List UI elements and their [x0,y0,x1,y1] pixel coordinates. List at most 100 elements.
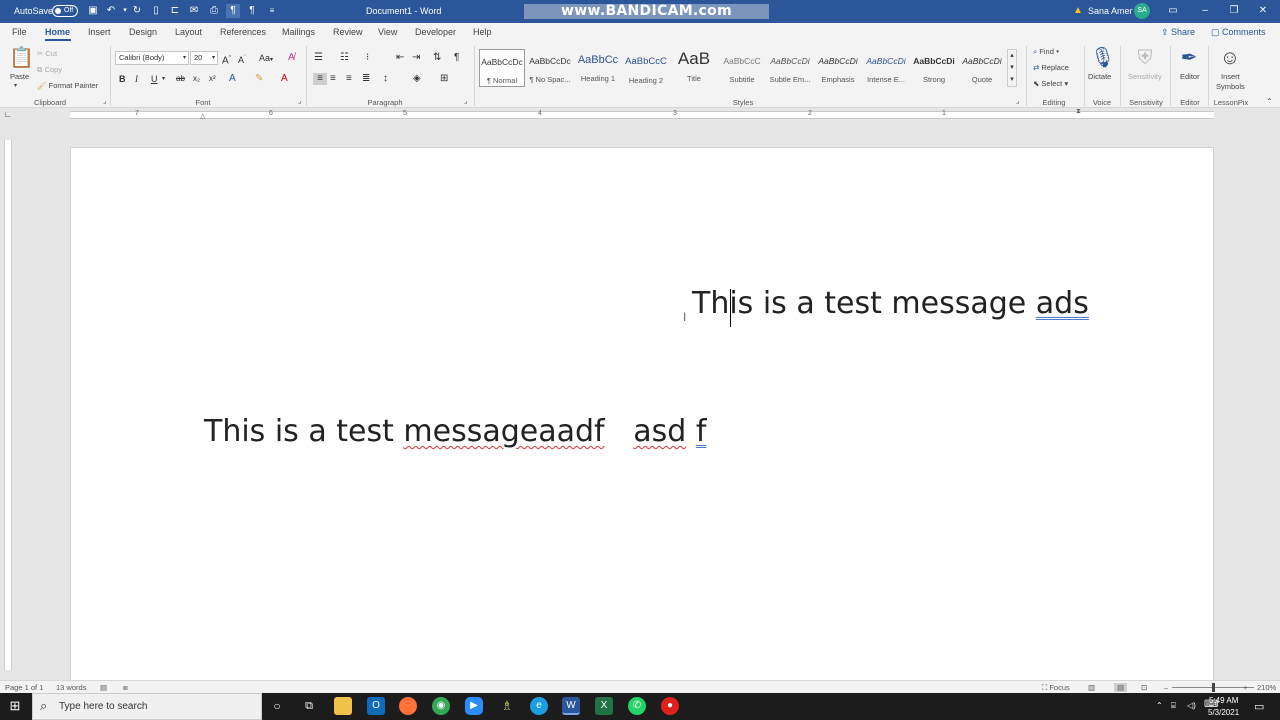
increase-indent-icon[interactable]: ⇥ [412,52,420,64]
justify-icon[interactable]: ≣ [362,73,370,85]
paragraph-launcher-icon[interactable]: ⌟ [464,97,467,105]
multilevel-list-icon[interactable]: ⁝ [366,52,369,64]
right-indent-marker[interactable]: ⧗ [1076,108,1081,116]
user-name[interactable]: Sana Amer [1088,6,1133,16]
bullets-icon[interactable]: ☰ [314,52,323,64]
task-view-icon[interactable]: ⧉ [300,697,318,715]
decrease-indent-icon[interactable]: ⇤ [396,52,404,64]
proofing-icon[interactable]: ▤ [100,683,107,692]
tab-developer[interactable]: Developer [415,27,456,37]
style-strong[interactable]: AaBbCcDi Strong [911,49,957,87]
zoom-slider-thumb[interactable] [1212,683,1215,692]
tab-view[interactable]: View [378,27,397,37]
underline-dropdown-icon[interactable]: ▾ [162,73,165,85]
print-preview-icon[interactable]: ⎙ [207,4,221,18]
minimize-icon[interactable]: – [1196,3,1214,19]
style-emphasis[interactable]: AaBbCcDi Emphasis [815,49,861,87]
text-effects-icon[interactable]: A [229,73,236,85]
ribbon-display-options-icon[interactable]: ▭ [1164,3,1182,19]
web-layout-icon[interactable]: ⊡ [1141,683,1147,692]
style-title[interactable]: AaB Title [671,49,717,87]
new-document-icon[interactable]: ▯ [149,4,163,18]
cortana-icon[interactable]: ○ [268,697,286,715]
highlight-icon[interactable]: ✎ [255,73,263,85]
read-mode-icon[interactable]: ▥ [1088,683,1095,692]
editor-label[interactable]: Editor [1180,72,1200,81]
macro-record-icon[interactable]: ⧈ [123,683,128,693]
clear-formatting-icon[interactable]: A̸ [288,52,295,64]
share-button[interactable]: ⇪ Share [1157,25,1201,40]
rtl-paragraph-icon[interactable]: ¶ [226,4,240,18]
shading-icon[interactable]: ◈ [413,73,421,85]
tab-review[interactable]: Review [333,27,363,37]
tab-help[interactable]: Help [473,27,492,37]
styles-gallery-scroll[interactable]: ▴ ▾ ▾ [1007,49,1017,87]
format-painter-button[interactable]: 🖌 Format Painter [37,81,98,90]
select-button[interactable]: ⬉ Select ▾ [1033,79,1068,88]
document-line-1[interactable]: This is a test message ads [692,286,1089,321]
insert-label[interactable]: Insert [1221,72,1240,81]
style-quote[interactable]: AaBbCcDi Quote [959,49,1005,87]
tab-design[interactable]: Design [129,27,157,37]
sensitivity-label[interactable]: Sensitivity [1128,72,1162,81]
style-normal[interactable]: AaBbCcDc ¶ Normal [479,49,525,87]
font-color-icon[interactable]: A [281,73,288,85]
align-left-icon[interactable]: ≡ [313,73,327,85]
italic-icon[interactable]: I [135,73,138,85]
zoom-out-icon[interactable]: – [1164,683,1168,692]
autosave-toggle[interactable]: Off [52,5,78,17]
document-line-2[interactable]: This is a test messageaadf asd f [204,414,706,449]
numbering-icon[interactable]: ☷ [340,52,349,64]
volume-icon[interactable]: ◁) [1187,701,1196,710]
subscript-icon[interactable]: x₂ [193,73,200,85]
paste-label[interactable]: Paste [10,72,29,81]
tray-overflow-icon[interactable]: ⌃ [1156,701,1163,710]
sort-icon[interactable]: ⇅ [433,52,441,64]
font-launcher-icon[interactable]: ⌟ [298,97,301,105]
tab-selector-icon[interactable]: ∟ [4,110,12,119]
superscript-icon[interactable]: x² [209,73,216,85]
excel-icon[interactable]: X [595,697,613,715]
word-count[interactable]: 13 words [56,683,86,692]
bandicam-icon[interactable]: ● [661,697,679,715]
insert-symbols-icon[interactable]: ☺ [1218,46,1242,70]
style-heading-2[interactable]: AaBbCcC Heading 2 [623,49,669,87]
comments-button[interactable]: ▢ Comments [1207,25,1271,40]
clock-date[interactable]: 5/3/2021 [1208,708,1239,717]
style-subtle-emphasis[interactable]: AaBbCcDi Subtle Em... [767,49,813,87]
search-box[interactable]: ⌕ Type here to search [32,693,262,720]
shrink-font-icon[interactable]: Aˇ [238,52,246,66]
open-icon[interactable]: ⊏ [168,4,182,18]
outlook-icon[interactable]: O [367,697,385,715]
show-formatting-marks-icon[interactable]: ¶ [454,52,459,64]
tab-home[interactable]: Home [45,27,70,37]
microphone-icon[interactable]: 🎙 [1090,46,1115,70]
style-intense-emphasis[interactable]: AaBbCcDi Intense E... [863,49,909,87]
line-spacing-icon[interactable]: ↕ [383,73,388,85]
tab-references[interactable]: References [220,27,266,37]
firefox-icon[interactable] [399,697,417,715]
editor-icon[interactable]: ✒ [1177,46,1201,70]
notifications-icon[interactable]: ▭ [1254,700,1264,713]
align-center-icon[interactable]: ≡ [330,73,336,85]
word-icon[interactable]: W [562,697,580,715]
font-name-dropdown[interactable]: Calibri (Body) ▾ [115,51,189,65]
save-icon[interactable]: ▣ [86,4,100,18]
print-layout-icon[interactable]: ▤ [1114,683,1128,692]
align-right-icon[interactable]: ≡ [346,73,352,85]
tab-insert[interactable]: Insert [88,27,111,37]
sensitivity-icon[interactable]: ⛨ [1133,46,1157,70]
clipboard-launcher-icon[interactable]: ⌟ [103,97,106,105]
replace-button[interactable]: ⇄ Replace [1033,63,1069,72]
paste-dropdown-icon[interactable]: ▾ [14,82,17,89]
font-size-dropdown[interactable]: 20 ▾ [190,51,218,65]
app-green-icon[interactable]: ♗ [498,697,516,715]
strikethrough-icon[interactable]: ab [176,73,185,85]
style-subtitle[interactable]: AaBbCcC Subtitle [719,49,765,87]
avatar[interactable]: SA [1134,3,1150,19]
left-indent-marker[interactable]: △ [200,112,205,120]
bold-icon[interactable]: B [119,73,126,85]
styles-launcher-icon[interactable]: ⌟ [1016,97,1019,105]
collapse-ribbon-icon[interactable]: ⌃ [1266,97,1273,106]
page-info[interactable]: Page 1 of 1 [5,683,43,692]
